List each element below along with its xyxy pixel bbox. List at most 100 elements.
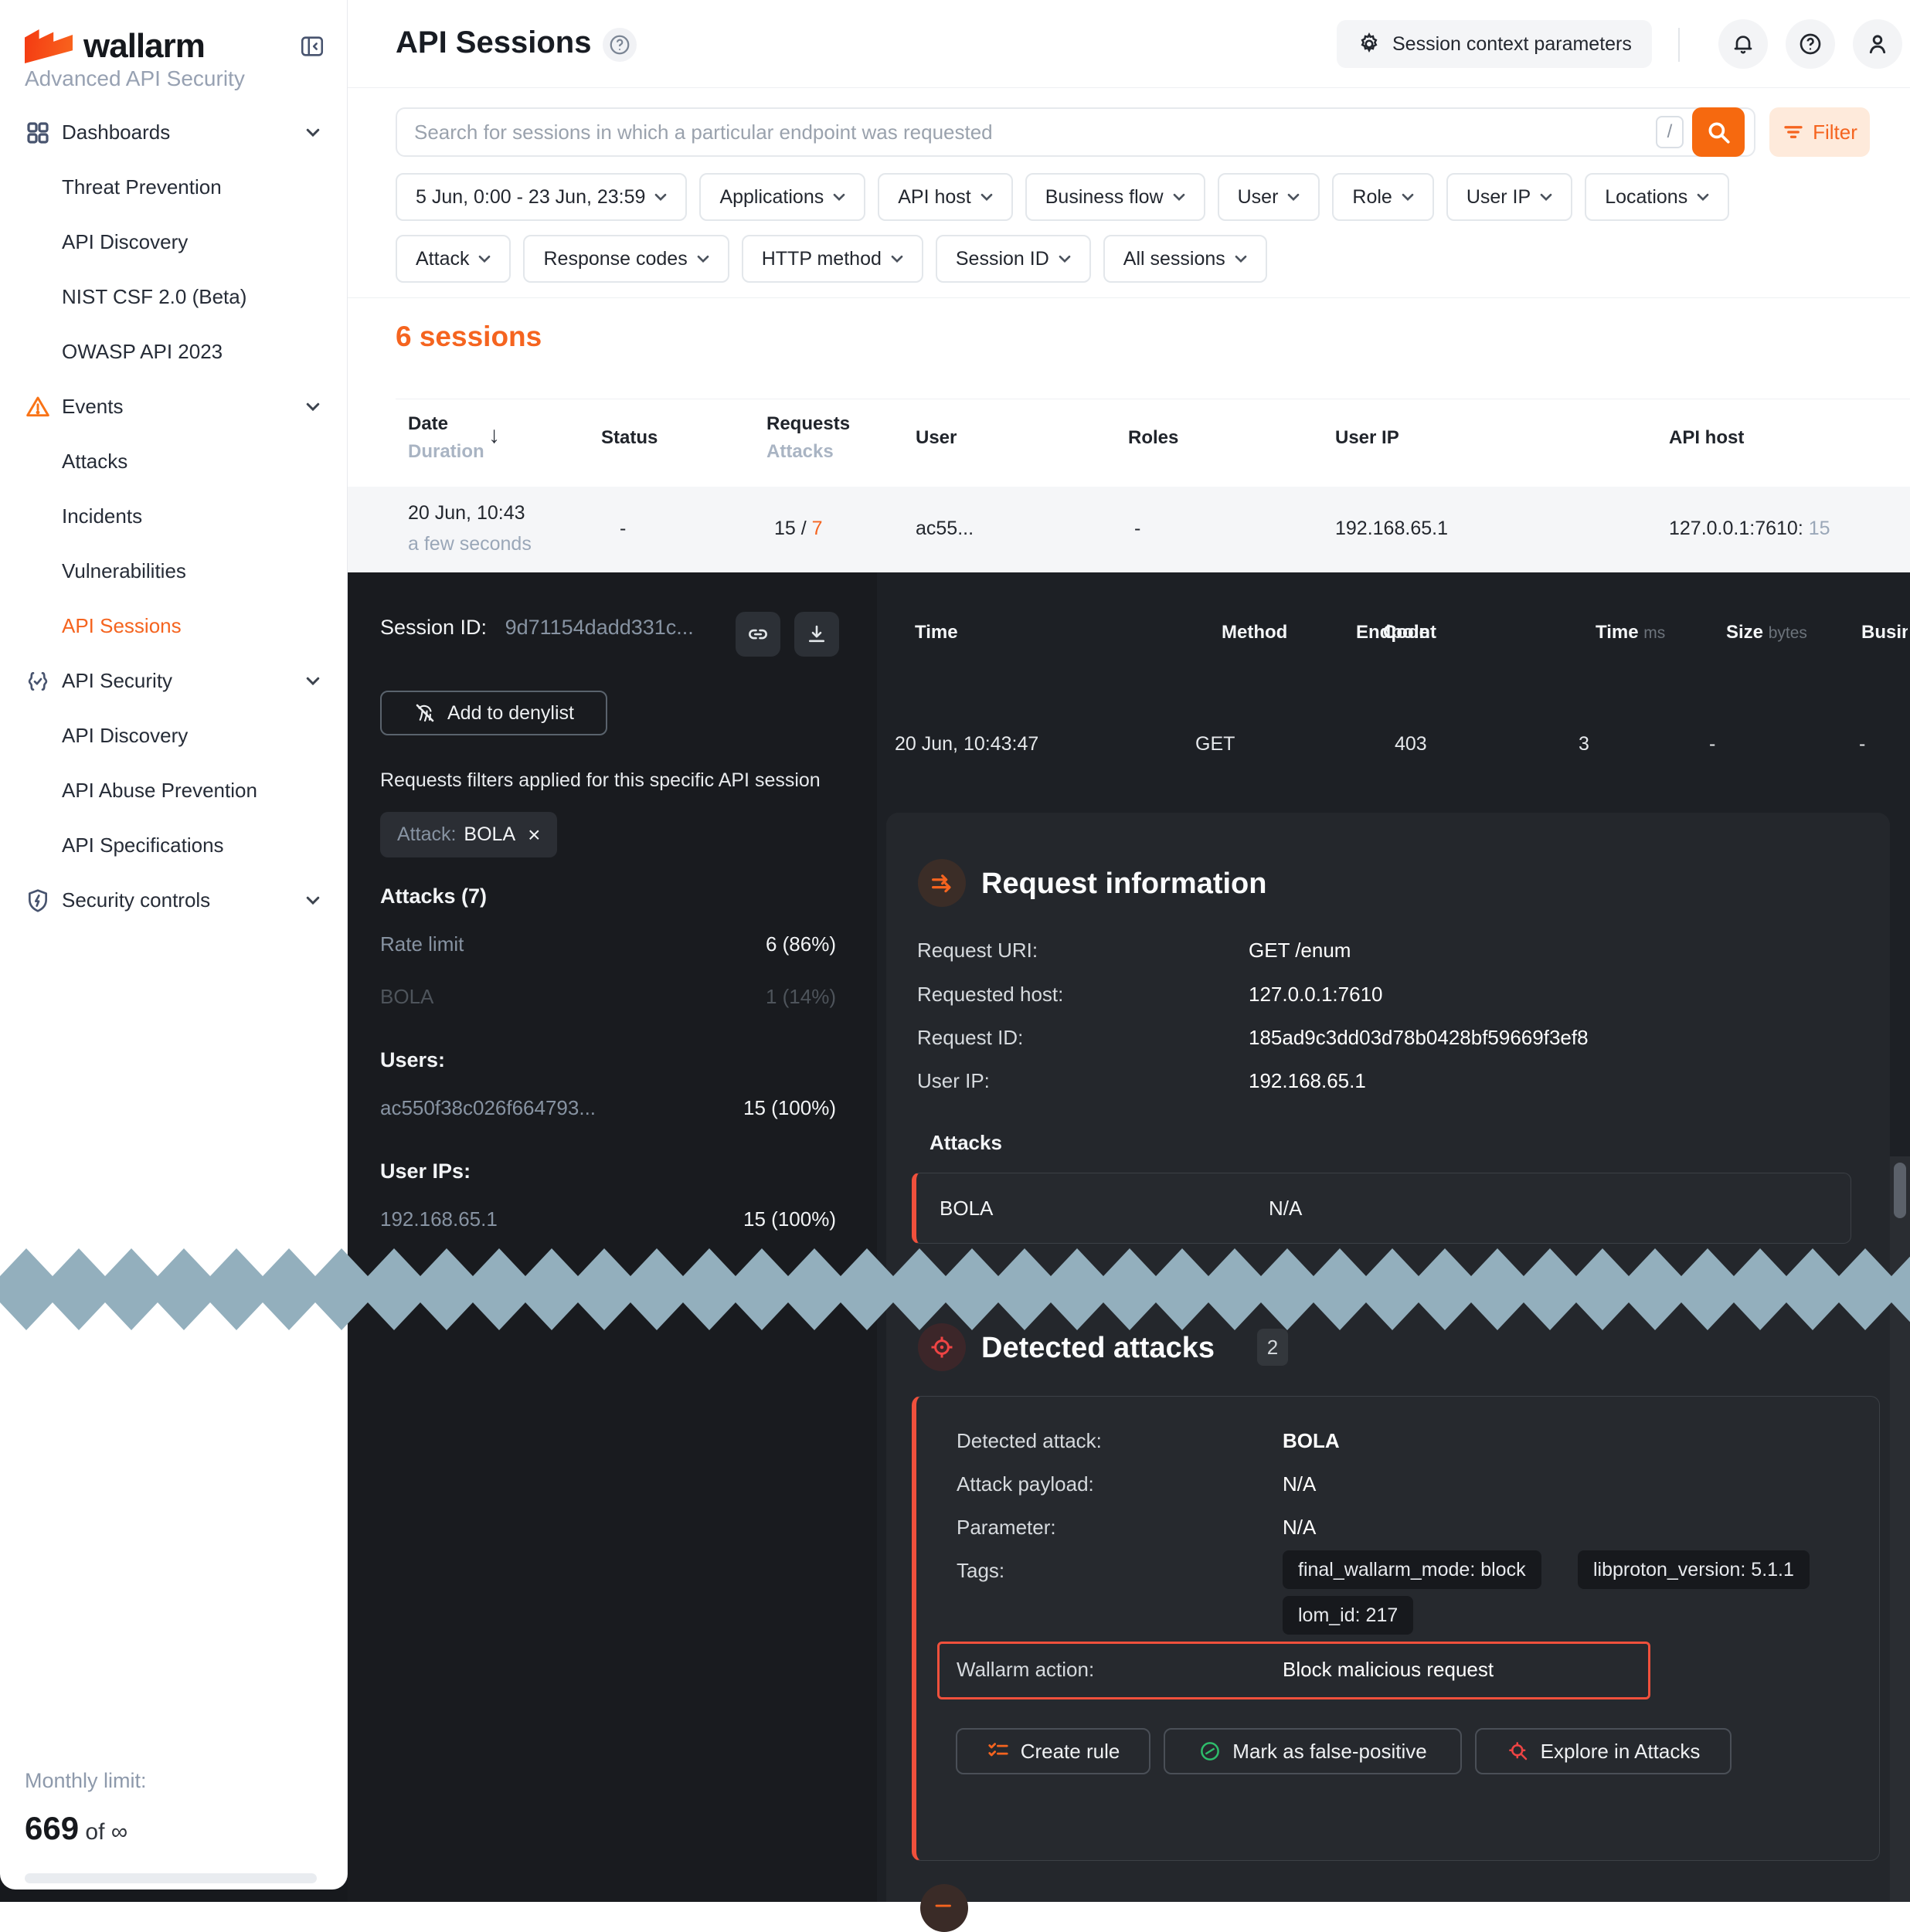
double-arrow-icon [933,1890,956,1913]
create-rule-button[interactable]: Create rule [956,1728,1150,1774]
chevron-down-icon [306,896,320,905]
notifications-button[interactable] [1718,19,1768,69]
collapse-icon [299,33,325,59]
search-input[interactable] [414,110,1619,154]
filter-locations[interactable]: Locations [1585,173,1729,221]
mark-false-positive-button[interactable]: Mark as false-positive [1164,1728,1462,1774]
sidebar-item-vulnerabilities[interactable]: Vulnerabilities [0,544,348,599]
filter-all-sessions[interactable]: All sessions [1103,235,1267,283]
tag-lom-id[interactable]: lom_id: 217 [1283,1596,1413,1635]
filter-attack[interactable]: Attack [396,235,511,283]
filter-http-method[interactable]: HTTP method [742,235,923,283]
rq-col-method[interactable]: Method [1222,622,1287,643]
stat-ip-value: 15 (100%) [743,1207,836,1231]
sort-desc-icon[interactable]: ↓ [488,423,500,449]
close-icon[interactable]: × [528,823,540,847]
sidebar-item-attacks[interactable]: Attacks [0,434,348,489]
col-status[interactable]: Status [601,427,658,449]
rq-col-code[interactable]: Code [1383,622,1429,643]
ips-stats-heading: User IPs: [380,1160,471,1183]
filter-button[interactable]: Filter [1769,107,1870,157]
request-info-title: Request information [981,868,1266,901]
rq-col-business[interactable]: Busin [1861,622,1908,643]
grid-icon [25,121,50,145]
sidebar-item-api-discovery[interactable]: API Discovery [0,708,348,763]
stat-rate-limit-label[interactable]: Rate limit [380,932,464,956]
filter-response-codes[interactable]: Response codes [523,235,729,283]
filter-user-ip[interactable]: User IP [1446,173,1572,221]
session-row[interactable]: 20 Jun, 10:43 a few seconds - 15 / 7 ac5… [348,487,1910,572]
detail-scrollbar-thumb[interactable] [1894,1163,1906,1218]
chip-value: BOLA [464,823,515,846]
filters-divider [348,297,1910,298]
col-attacks[interactable]: Attacks [766,441,834,463]
filter-applications[interactable]: Applications [699,173,865,221]
page-help-button[interactable] [603,28,637,62]
session-api-host: 127.0.0.1:7610: 15 [1669,518,1830,540]
sidebar-item-dashboards[interactable]: Dashboards [0,105,348,160]
sidebar-item-api-sessions[interactable]: API Sessions [0,599,348,654]
col-requests[interactable]: Requests [766,413,850,435]
request-id-value: 185ad9c3dd03d78b0428bf59669f3ef8 [1249,1026,1589,1050]
sidebar-item-api-discovery-dash[interactable]: API Discovery [0,215,348,270]
col-date[interactable]: Date [408,413,448,435]
session-filters-note: Requests filters applied for this specif… [380,769,821,792]
help-button[interactable] [1786,19,1835,69]
sidebar-item-owasp-api[interactable]: OWASP API 2023 [0,324,348,379]
wallarm-logo-icon [25,29,73,63]
user-ip-value: 192.168.65.1 [1249,1069,1366,1093]
filter-date-range[interactable]: 5 Jun, 0:00 - 23 Jun, 23:59 [396,173,687,221]
search-button[interactable] [1692,107,1745,157]
col-duration[interactable]: Duration [408,441,484,463]
tag-final-wallarm-mode[interactable]: final_wallarm_mode: block [1283,1550,1541,1589]
session-date: 20 Jun, 10:43 [408,502,525,525]
sidebar-item-threat-prevention[interactable]: Threat Prevention [0,160,348,215]
filter-role[interactable]: Role [1332,173,1433,221]
attack-bola-card[interactable]: BOLA N/A [912,1173,1851,1244]
gear-icon [1357,32,1382,56]
add-to-denylist-button[interactable]: Add to denylist [380,691,607,735]
col-roles[interactable]: Roles [1128,427,1178,449]
tag-libproton-version[interactable]: libproton_version: 5.1.1 [1578,1550,1810,1589]
stat-user-label[interactable]: ac550f38c026f664793... [380,1096,596,1120]
session-status: - [620,518,626,540]
account-button[interactable] [1853,19,1902,69]
stat-ip-label[interactable]: 192.168.65.1 [380,1207,498,1231]
sidebar-item-incidents[interactable]: Incidents [0,489,348,544]
chevron-down-icon [1697,193,1709,202]
download-button[interactable] [794,612,839,657]
person-icon [1865,32,1890,56]
filter-session-id[interactable]: Session ID [936,235,1091,283]
explore-in-attacks-button[interactable]: Explore in Attacks [1475,1728,1732,1774]
tags-label: Tags: [957,1559,1004,1583]
stat-bola-label[interactable]: BOLA [380,985,433,1009]
sidebar-item-api-security[interactable]: API Security [0,654,348,708]
col-user-ip[interactable]: User IP [1335,427,1399,449]
rq-col-size[interactable]: Size bytes [1726,622,1807,643]
copy-link-button[interactable] [736,612,780,657]
logo[interactable]: wallarm [25,26,328,66]
sidebar-item-events[interactable]: Events [0,379,348,434]
attack-bola-filter-chip[interactable]: Attack: BOLA × [380,812,557,857]
sidebar-collapse-button[interactable] [297,31,328,62]
rq-col-time-ms[interactable]: Time ms [1596,622,1665,643]
sidebar-item-api-specifications[interactable]: API Specifications [0,818,348,873]
rq-col-time[interactable]: Time [915,622,958,643]
session-detail-panel: Session ID: 9d71154dadd331c... Add to de… [348,572,1910,1902]
col-user[interactable]: User [916,427,957,449]
filter-business-flow[interactable]: Business flow [1025,173,1205,221]
chevron-down-icon [1287,193,1300,202]
sidebar-item-api-abuse-prevention[interactable]: API Abuse Prevention [0,763,348,818]
chevron-down-icon [306,128,320,138]
stat-bola-value: 1 (14%) [766,985,836,1009]
detected-attacks-title: Detected attacks [981,1332,1215,1365]
session-requests: 15 / 7 [774,518,823,540]
sidebar-item-nist-csf[interactable]: NIST CSF 2.0 (Beta) [0,270,348,324]
filter-user[interactable]: User [1218,173,1320,221]
attacks-subheading: Attacks [930,1131,1002,1155]
filter-api-host[interactable]: API host [878,173,1013,221]
sidebar-item-security-controls[interactable]: Security controls [0,873,348,928]
col-api-host[interactable]: API host [1669,427,1744,449]
session-context-parameters-button[interactable]: Session context parameters [1337,20,1652,68]
warning-triangle-icon [25,395,50,419]
